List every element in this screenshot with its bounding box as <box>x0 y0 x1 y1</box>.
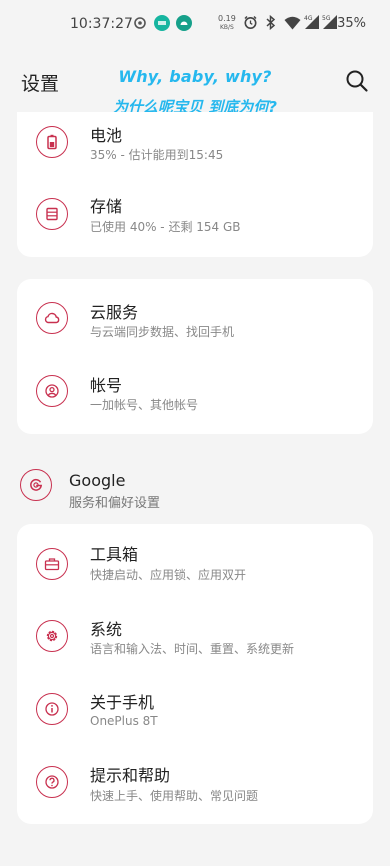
signal2-label: 5G <box>322 15 331 22</box>
status-bar: 10:37:27 0.19 KB/S 4G 5G 35% <box>0 0 390 48</box>
system-title: 系统 <box>90 620 123 639</box>
settings-item-storage[interactable]: 存储 已使用 40% - 还剩 154 GB <box>17 182 373 254</box>
settings-item-cloud[interactable]: 云服务 与云端同步数据、找回手机 <box>17 283 373 355</box>
cloud-subtitle: 与云端同步数据、找回手机 <box>90 325 235 339</box>
cloud-icon <box>36 302 68 334</box>
network-speed: 0.19 KB/S <box>218 15 236 32</box>
google-icon <box>20 469 52 501</box>
system-subtitle: 语言和输入法、时间、重置、系统更新 <box>90 642 295 656</box>
account-title: 帐号 <box>90 376 123 395</box>
signal1-label: 4G <box>304 15 313 22</box>
network-speed-value: 0.19 <box>218 14 236 23</box>
settings-item-account[interactable]: 帐号 一加帐号、其他帐号 <box>17 356 373 428</box>
network-speed-unit: KB/S <box>219 24 234 31</box>
settings-item-toolbox[interactable]: 工具箱 快捷启动、应用锁、应用双开 <box>17 528 373 600</box>
storage-icon <box>36 198 68 230</box>
help-icon <box>36 766 68 798</box>
account-subtitle: 一加帐号、其他帐号 <box>90 398 199 412</box>
battery-title: 电池 <box>90 126 123 145</box>
account-icon <box>36 375 68 407</box>
help-title: 提示和帮助 <box>90 766 171 785</box>
cloud-title: 云服务 <box>90 303 139 322</box>
battery-subtitle: 35% - 估计能用到15:45 <box>90 148 224 162</box>
settings-item-about[interactable]: 关于手机 OnePlus 8T <box>17 674 373 746</box>
status-time: 10:37:27 <box>70 16 133 32</box>
wifi-icon <box>284 15 301 34</box>
about-title: 关于手机 <box>90 693 155 712</box>
gear-icon <box>36 620 68 652</box>
cell-signal-2-icon: 5G <box>322 14 338 33</box>
settings-item-help[interactable]: 提示和帮助 快速上手、使用帮助、常见问题 <box>17 747 373 819</box>
overlay-caption-english: Why, baby, why? <box>118 67 272 86</box>
settings-item-battery[interactable]: 电池 35% - 估计能用到15:45 <box>17 112 373 184</box>
storage-subtitle: 已使用 40% - 还剩 154 GB <box>90 220 241 234</box>
bluetooth-icon <box>265 14 277 34</box>
android-notification-icon <box>176 15 192 35</box>
info-icon <box>36 693 68 725</box>
google-title: Google <box>69 471 126 490</box>
storage-title: 存储 <box>90 197 123 216</box>
settings-card-general: 工具箱 快捷启动、应用锁、应用双开 系统 语言和输入法、时间、重置、系统更新 关… <box>17 524 373 824</box>
battery-icon <box>36 126 68 158</box>
google-subtitle: 服务和偏好设置 <box>69 496 161 511</box>
settings-item-system[interactable]: 系统 语言和输入法、时间、重置、系统更新 <box>17 601 373 673</box>
settings-item-google[interactable]: Google 服务和偏好设置 <box>0 462 390 522</box>
toolbox-title: 工具箱 <box>90 545 139 564</box>
alarm-icon <box>243 15 258 34</box>
settings-card-accounts: 云服务 与云端同步数据、找回手机 帐号 一加帐号、其他帐号 <box>17 279 373 434</box>
settings-card-device: 电池 35% - 估计能用到15:45 存储 已使用 40% - 还剩 154 … <box>17 112 373 257</box>
cell-signal-1-icon: 4G <box>304 14 320 33</box>
battery-percent: 35% <box>337 16 366 31</box>
toolbox-subtitle: 快捷启动、应用锁、应用双开 <box>90 568 247 582</box>
toolbox-icon <box>36 548 68 580</box>
app-notification-icon <box>154 15 170 35</box>
about-subtitle: OnePlus 8T <box>90 714 158 728</box>
sync-icon <box>133 15 147 34</box>
help-subtitle: 快速上手、使用帮助、常见问题 <box>90 789 259 803</box>
